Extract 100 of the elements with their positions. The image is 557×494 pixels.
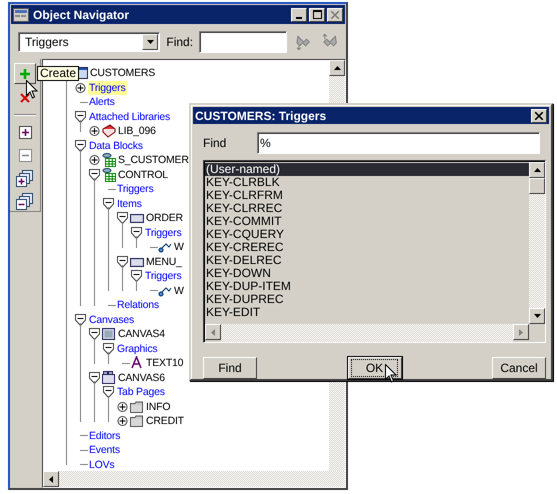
tree-item[interactable]: LIB_096 xyxy=(117,124,157,138)
down-arrow-icon xyxy=(534,314,540,318)
minimize-button[interactable] xyxy=(291,8,307,22)
minus-toggle-icon[interactable] xyxy=(89,372,100,384)
mouse-pointer-icon xyxy=(385,364,397,383)
mouse-pointer-icon xyxy=(26,80,38,99)
tree-item[interactable]: Triggers xyxy=(88,80,127,95)
minus-toggle-icon[interactable] xyxy=(103,342,114,355)
tree-item[interactable]: LOVs xyxy=(88,458,116,471)
list-item[interactable]: KEY-CQUERY xyxy=(205,228,529,241)
list-item[interactable]: (User-named) xyxy=(205,163,529,176)
minus-toggle-icon[interactable] xyxy=(117,212,128,224)
tree-item[interactable]: CUSTOMERS xyxy=(89,66,156,80)
tree-item[interactable]: Editors xyxy=(88,428,122,443)
item-icon xyxy=(130,211,144,226)
plus-icon xyxy=(19,68,31,80)
close-button[interactable] xyxy=(531,108,547,122)
tree-item[interactable]: Tab Pages xyxy=(116,385,166,400)
list-item[interactable]: KEY-DOWN xyxy=(205,267,529,280)
list-item[interactable]: KEY-DUP-ITEM xyxy=(205,280,529,293)
dialog-button[interactable]: OK xyxy=(348,357,402,379)
text-graphic-icon xyxy=(130,356,144,370)
minus-toggle-icon[interactable] xyxy=(117,256,128,268)
maximize-icon xyxy=(312,10,322,19)
list-item[interactable]: KEY-EDIT xyxy=(205,306,529,319)
tree-item[interactable]: Attached Libraries xyxy=(88,110,172,124)
tree-item[interactable]: Relations xyxy=(116,298,160,312)
expand-all-button[interactable] xyxy=(14,169,36,188)
tree-item[interactable]: CANVAS6 xyxy=(117,370,166,385)
left-arrow-icon xyxy=(49,476,53,482)
minus-toggle-icon[interactable] xyxy=(89,168,100,181)
cross-icon xyxy=(20,92,30,102)
tab-canvas-icon xyxy=(102,370,116,385)
list-item[interactable]: KEY-COMMIT xyxy=(205,215,529,228)
tree-item[interactable]: ORDER xyxy=(145,211,184,226)
up-arrow-icon xyxy=(334,66,340,70)
find-label: Find: xyxy=(166,35,194,49)
minus-toggle-icon[interactable] xyxy=(131,270,142,282)
list-item[interactable]: KEY-CLRFRM xyxy=(205,189,529,202)
plus-toggle-icon[interactable] xyxy=(89,125,100,138)
stacked-minus-icon xyxy=(16,192,34,210)
collapse-all-button[interactable] xyxy=(14,192,36,211)
tree-item[interactable]: INFO xyxy=(145,400,172,414)
tree-item[interactable]: Events xyxy=(88,443,121,458)
close-icon xyxy=(331,10,339,18)
tree-item[interactable]: Triggers xyxy=(116,182,155,196)
find-field[interactable] xyxy=(199,31,288,53)
plus-toggle-icon[interactable] xyxy=(117,400,128,413)
create-button[interactable] xyxy=(14,63,36,84)
find-field[interactable]: % xyxy=(257,132,540,154)
list-item[interactable]: KEY-CLRREC xyxy=(205,202,529,215)
tree-item[interactable]: CANVAS4 xyxy=(117,327,166,342)
minus-toggle-icon[interactable] xyxy=(131,226,142,239)
minus-toggle-icon[interactable] xyxy=(75,110,86,123)
tree-item[interactable]: W xyxy=(173,284,185,298)
minus-toggle-icon[interactable] xyxy=(103,198,114,210)
tree-item[interactable]: Data Blocks xyxy=(88,138,144,153)
minus-toggle-icon[interactable] xyxy=(89,328,100,340)
tree-item[interactable]: W xyxy=(173,240,185,254)
filter-dropdown[interactable]: Triggers xyxy=(18,32,160,52)
plus-toggle-icon[interactable] xyxy=(89,154,100,166)
find-label: Find xyxy=(203,136,228,150)
minus-toggle-icon[interactable] xyxy=(75,140,86,152)
tree-item[interactable]: Triggers xyxy=(144,226,183,240)
minus-box-icon xyxy=(18,149,32,162)
plus-toggle-icon[interactable] xyxy=(117,415,128,428)
close-button[interactable] xyxy=(327,8,343,22)
data-block-icon xyxy=(102,168,116,182)
tree-item[interactable]: Graphics xyxy=(116,342,158,356)
vertical-scrollbar[interactable] xyxy=(529,162,545,324)
folder-icon xyxy=(130,400,144,414)
tree-item[interactable]: CREDIT xyxy=(145,414,185,428)
tree-item[interactable]: S_CUSTOMER xyxy=(117,153,190,168)
scroll-thumb[interactable] xyxy=(529,178,545,194)
tree-item[interactable]: Alerts xyxy=(88,95,116,110)
minus-toggle-icon[interactable] xyxy=(103,386,114,398)
close-icon xyxy=(535,112,543,120)
list-item[interactable]: KEY-DUPREC xyxy=(205,293,529,306)
tree-item[interactable]: Items xyxy=(116,196,143,211)
tree-item[interactable]: Triggers xyxy=(144,269,183,284)
window-icon xyxy=(13,8,29,22)
tree-item[interactable]: TEXT10 xyxy=(145,356,184,370)
right-arrow-icon xyxy=(519,328,523,336)
plus-box-icon xyxy=(18,126,32,139)
list-item[interactable]: KEY-DELREC xyxy=(205,254,529,267)
tooltip: Create xyxy=(37,66,80,81)
dialog-title: CUSTOMERS: Triggers xyxy=(195,108,328,122)
plus-toggle-icon[interactable] xyxy=(75,82,86,94)
list-item[interactable]: KEY-CREREC xyxy=(205,241,529,254)
list-item[interactable]: KEY-CLRBLK xyxy=(205,176,529,189)
minus-toggle-icon[interactable] xyxy=(75,314,86,326)
caret-icon xyxy=(146,40,154,44)
maximize-button[interactable] xyxy=(309,8,325,22)
window-title: Object Navigator xyxy=(33,8,130,22)
dialog-button[interactable]: Find xyxy=(203,357,257,379)
dialog-button[interactable]: Cancel xyxy=(492,357,546,379)
horizontal-scrollbar[interactable] xyxy=(43,471,345,487)
tree-item[interactable]: MENU_ xyxy=(145,254,183,269)
tree-item[interactable]: Canvases xyxy=(88,312,136,327)
tree-item[interactable]: CONTROL xyxy=(117,168,169,182)
